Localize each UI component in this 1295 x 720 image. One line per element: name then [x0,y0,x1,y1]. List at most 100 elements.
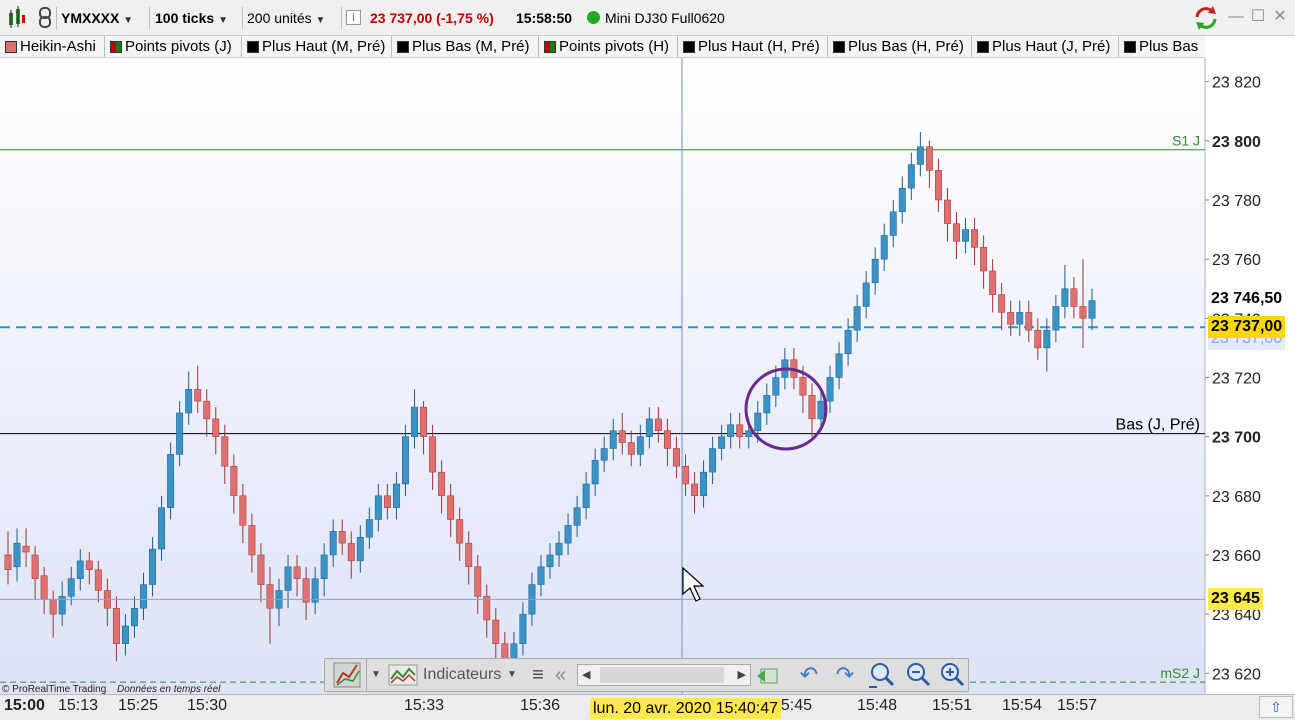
price-chart[interactable]: S1 J Bas (J, Pré) mS2 J 23 820 23 800 23 780… [0,58,1295,694]
candle [727,424,735,437]
x-tick-label: 15:54 [1002,697,1043,714]
indicators-icon[interactable] [387,659,421,691]
indicator-tab[interactable]: Plus Haut (H, Pré) [678,36,820,57]
indicator-tab[interactable]: Points pivots (J) [105,36,232,57]
candle [1088,300,1096,319]
y-tick-label: 23 720 [1212,370,1261,387]
symbol-selector[interactable]: YMXXXX ▼ [61,0,133,36]
units-selector[interactable]: 200 unités ▼ [247,0,325,36]
candle [772,377,780,396]
chevron-down-icon[interactable]: ▼ [369,659,383,691]
candle [907,164,915,189]
candle [347,542,355,562]
refresh-icon[interactable] [1193,0,1219,36]
menu-icon[interactable]: ≡ [527,659,549,691]
candle [591,460,599,485]
candle [158,507,166,550]
indicator-tab-label: Points pivots (H) [559,38,670,55]
link-icon[interactable] [36,0,54,36]
maximize-icon[interactable]: ☐ [1249,8,1267,26]
info-icon[interactable]: i [346,10,361,25]
indicator-tab-label: Points pivots (J) [125,38,232,55]
indicator-tab[interactable]: Plus Bas [1119,36,1198,57]
chevrons-left-icon[interactable]: « [555,659,573,691]
candle [700,471,708,497]
candle [573,507,581,526]
scroll-left-icon[interactable]: ◀ [582,667,590,683]
horizontal-scrollbar[interactable]: ◀ ▶ [577,664,751,686]
y-tick-label: 23 760 [1212,252,1261,269]
indicator-tab-label: Heikin-Ashi [20,38,96,55]
candle [31,554,39,579]
candle [808,394,816,420]
connection-status-icon [587,11,600,24]
scroll-right-icon[interactable]: ▶ [738,667,746,683]
x-tick-label: 15:00 [4,697,45,714]
price-tag: 23 645 [1208,588,1263,611]
level-line-label: mS2 J [1160,665,1200,681]
x-tick-label: 15:48 [857,697,898,714]
candle [293,566,301,579]
candle [338,531,346,544]
candle [564,525,572,544]
candle [835,353,843,378]
candle [691,483,698,497]
candle [853,306,861,331]
level-line-label: Bas (J, Pré) [1116,417,1200,434]
candle [22,545,30,553]
indicator-tab[interactable]: Plus Bas (H, Pré) [828,36,964,57]
y-tick-label: 23 660 [1212,548,1261,565]
x-tick-label: 15:30 [187,697,228,714]
color-swatch [5,41,17,53]
zoom-in-icon[interactable] [937,659,967,691]
draw-tools-icon[interactable] [329,659,367,691]
tab-separator [241,36,242,57]
zoom-out-icon[interactable] [903,659,933,691]
reset-icon[interactable] [755,659,783,691]
indicator-tab[interactable]: Plus Haut (M, Pré) [242,36,385,57]
candle [483,596,491,621]
redo-icon[interactable]: ↷ [831,659,859,691]
candle [140,584,147,609]
clock-time: 15:58:50 [516,10,573,26]
indicator-tab[interactable]: Plus Haut (J, Pré) [972,36,1111,57]
candle [76,560,84,579]
candle [356,536,364,562]
candle [320,554,328,579]
scrollbar-thumb[interactable] [600,667,724,683]
indicator-tab-label: Plus Haut (J, Pré) [992,38,1111,55]
indicator-tab[interactable]: Plus Bas (M, Pré) [392,36,530,57]
scroll-to-top-button[interactable]: ⇧ [1259,696,1293,718]
color-swatch [977,41,989,53]
tab-separator [677,36,678,57]
candle [663,430,671,449]
ticks-selector[interactable]: 100 ticks ▼ [155,0,228,36]
indicator-tab[interactable]: Points pivots (H) [539,36,670,57]
candle [176,412,184,455]
candle [438,471,446,497]
candle [718,436,726,449]
color-swatch [544,41,556,53]
x-tick-label: 15:13 [58,697,99,714]
indicator-tab[interactable]: Heikin-Ashi [0,36,96,57]
tab-separator [391,36,392,57]
undo-icon[interactable]: ↶ [795,659,823,691]
candle [456,519,464,544]
candle [203,400,211,420]
candle [40,575,48,600]
candle [131,607,138,627]
candle [953,223,960,242]
arrow-up-icon: ⇧ [1270,699,1282,715]
candle [826,377,834,402]
chevron-down-icon[interactable]: ▼ [505,659,519,691]
indicators-label[interactable]: Indicateurs [423,659,501,691]
y-tick-label: 23 800 [1212,134,1261,151]
minimize-icon[interactable]: — [1227,8,1245,26]
indicator-tab-label: Plus Haut (H, Pré) [698,38,820,55]
zoom-auto-icon[interactable] [867,659,897,691]
close-icon[interactable]: ✕ [1271,8,1289,26]
tab-separator [1118,36,1119,57]
chart-type-icon[interactable] [6,0,28,36]
candle [736,424,744,437]
y-tick-label: 23 680 [1212,489,1261,506]
